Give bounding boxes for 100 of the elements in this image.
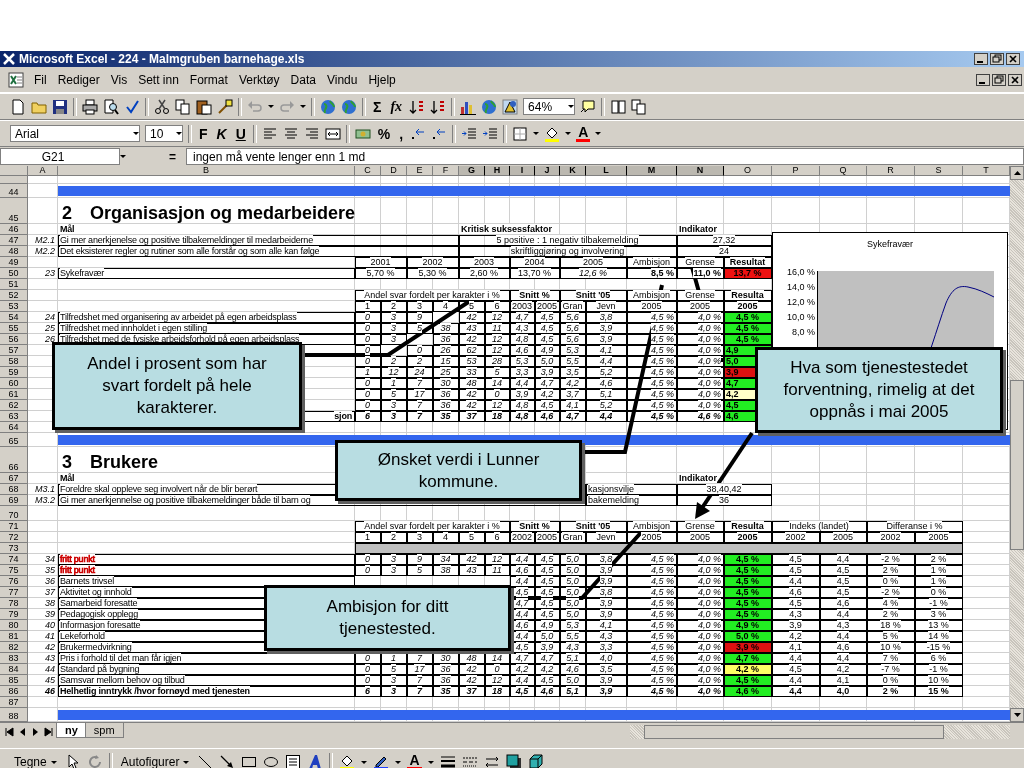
globe-icon[interactable]	[341, 98, 357, 115]
row-header[interactable]: 86	[0, 686, 28, 697]
column-header[interactable]: N	[677, 166, 724, 176]
row-header[interactable]: 65	[0, 433, 28, 447]
column-header[interactable]: Q	[820, 166, 867, 176]
column-header[interactable]: F	[433, 166, 459, 176]
row-header[interactable]: 51	[0, 279, 28, 290]
minimize-icon[interactable]	[974, 53, 988, 65]
line-icon[interactable]	[197, 754, 214, 768]
indent-icon[interactable]	[461, 125, 478, 142]
scrollbar[interactable]	[1010, 166, 1024, 722]
autoshapes-button[interactable]: Autofigurer	[118, 754, 192, 768]
row-header[interactable]: 60	[0, 378, 28, 389]
row-header[interactable]: 87	[0, 697, 28, 708]
sheet-tab[interactable]: spm	[84, 723, 124, 738]
align-left-icon[interactable]	[261, 125, 278, 142]
row-header[interactable]: 77	[0, 587, 28, 598]
row-header[interactable]: 57	[0, 345, 28, 356]
row-header[interactable]: 47	[0, 235, 28, 246]
bold-button[interactable]: F	[197, 125, 210, 142]
column-header[interactable]: C	[355, 166, 381, 176]
help-icon[interactable]	[580, 98, 597, 115]
copy-icon[interactable]	[631, 98, 648, 115]
restore-icon[interactable]	[992, 73, 1006, 86]
column-header[interactable]: A	[28, 166, 58, 176]
menu-item[interactable]: Hjelp	[367, 71, 397, 88]
font-color-button[interactable]: A	[407, 754, 422, 768]
column-header[interactable]: K	[560, 166, 586, 176]
caret-icon[interactable]	[133, 132, 139, 135]
caret-icon[interactable]	[361, 760, 368, 764]
row-header[interactable]: 48	[0, 246, 28, 257]
row-header[interactable]: 62	[0, 400, 28, 411]
close-icon[interactable]	[1006, 53, 1020, 65]
dash-style-icon[interactable]	[461, 754, 478, 768]
select-all-button[interactable]	[0, 166, 28, 176]
last-sheet-icon[interactable]	[43, 726, 54, 738]
up-arrow-icon[interactable]	[1013, 171, 1021, 175]
row-header[interactable]: 46	[0, 224, 28, 235]
scissors-icon[interactable]	[154, 98, 170, 115]
row-header[interactable]: 68	[0, 484, 28, 495]
pages-icon[interactable]	[610, 98, 627, 115]
column-header[interactable]: J	[535, 166, 560, 176]
wordart-icon[interactable]	[307, 754, 324, 768]
menu-item[interactable]: Data	[289, 71, 317, 88]
column-header[interactable]: R	[867, 166, 915, 176]
row-header[interactable]	[0, 176, 28, 184]
formula-field[interactable]: ingen må vente lenger enn 1 md	[186, 148, 1024, 165]
caret-icon[interactable]	[595, 132, 602, 135]
zoom-field[interactable]: 64%	[523, 98, 576, 115]
column-header[interactable]: B	[58, 166, 355, 176]
column-header[interactable]: T	[963, 166, 1010, 176]
row-header[interactable]: 52	[0, 290, 28, 301]
draw-menu-button[interactable]: Tegne	[12, 754, 59, 768]
row-header[interactable]: 50	[0, 268, 28, 279]
row-header[interactable]: 44	[0, 184, 28, 198]
row-header[interactable]: 72	[0, 532, 28, 543]
shadow-icon[interactable]	[505, 754, 522, 768]
caret-icon[interactable]	[533, 132, 540, 135]
align-center-icon[interactable]	[282, 125, 299, 142]
row-header[interactable]: 84	[0, 664, 28, 675]
caret-icon[interactable]	[300, 105, 306, 108]
sum-button[interactable]: Σ	[371, 98, 384, 115]
row-header[interactable]: 76	[0, 576, 28, 587]
row-header[interactable]: 54	[0, 312, 28, 323]
column-header[interactable]: P	[772, 166, 820, 176]
font-color-button[interactable]: A	[576, 125, 591, 142]
menu-item[interactable]: Verktøy	[237, 71, 281, 88]
row-header[interactable]: 75	[0, 565, 28, 576]
scrollbar[interactable]	[630, 725, 1010, 739]
close-icon[interactable]	[1008, 73, 1022, 86]
column-header[interactable]: H	[485, 166, 510, 176]
row-header[interactable]: 74	[0, 554, 28, 565]
caret-icon[interactable]	[427, 760, 434, 764]
new-document-icon[interactable]	[10, 98, 26, 115]
row-header[interactable]: 67	[0, 473, 28, 484]
column-header[interactable]: I	[510, 166, 535, 176]
function-button[interactable]: fx	[388, 98, 405, 115]
fill-color-icon[interactable]	[339, 754, 356, 768]
text-box-icon[interactable]	[285, 754, 302, 768]
copy-icon[interactable]	[175, 98, 191, 115]
column-header[interactable]: E	[407, 166, 433, 176]
row-header[interactable]: 82	[0, 642, 28, 653]
row-header[interactable]: 69	[0, 495, 28, 506]
arrow-style-icon[interactable]	[483, 754, 500, 768]
brush-icon[interactable]	[217, 98, 233, 115]
row-header[interactable]: 71	[0, 521, 28, 532]
column-header[interactable]: M	[627, 166, 677, 176]
spreadsheet-icon[interactable]	[8, 71, 24, 88]
row-header[interactable]: 85	[0, 675, 28, 686]
cube-icon[interactable]	[527, 754, 544, 768]
column-header[interactable]: S	[915, 166, 963, 176]
column-header[interactable]: D	[381, 166, 407, 176]
first-sheet-icon[interactable]	[4, 726, 15, 738]
sort-ascending-icon[interactable]	[409, 98, 426, 115]
underline-button[interactable]: U	[233, 125, 248, 142]
printer-icon[interactable]	[82, 98, 98, 115]
globe-icon[interactable]	[320, 98, 336, 115]
drawing-icon[interactable]	[502, 98, 519, 115]
menu-item[interactable]: Vis	[109, 71, 129, 88]
sheet-tab[interactable]: ny	[56, 723, 87, 738]
